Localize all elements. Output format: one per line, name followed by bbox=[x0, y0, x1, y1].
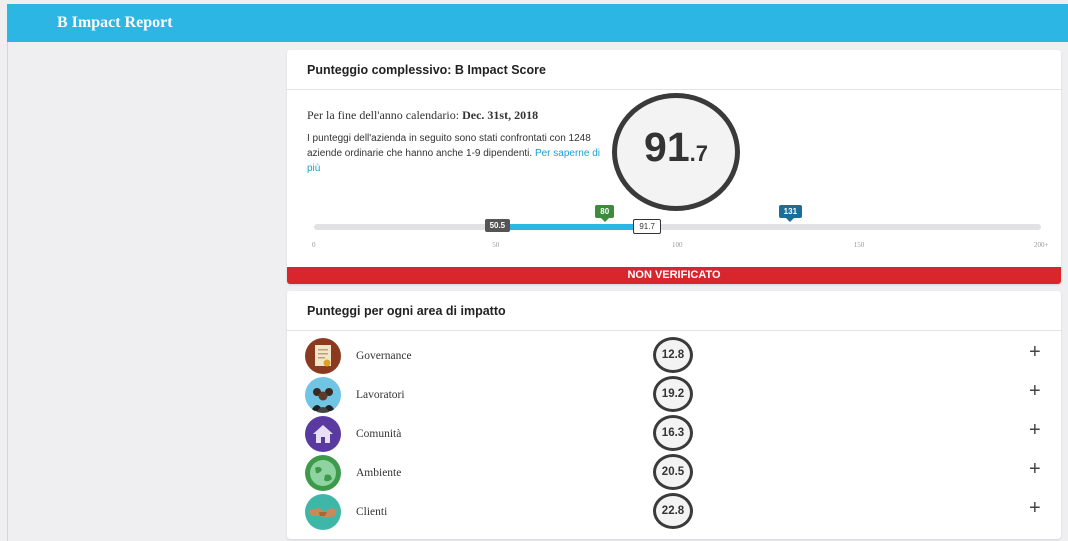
area-row-governance[interactable]: Governance 12.8 + bbox=[287, 337, 1061, 375]
scale-tick: 50 bbox=[492, 241, 500, 249]
overall-card-title: Punteggio complessivo: B Impact Score bbox=[307, 63, 546, 77]
top-marker-pointer bbox=[786, 218, 795, 222]
overall-score-circle: 91.7 bbox=[612, 93, 740, 211]
company-score-label: 91.7 bbox=[639, 222, 655, 231]
reporting-period: Per la fine dell'anno calendario: Dec. 3… bbox=[307, 108, 538, 123]
sidebar-divider bbox=[7, 42, 8, 541]
scale-tick: 100 bbox=[672, 241, 683, 249]
area-name: Governance bbox=[356, 350, 412, 362]
scale-tick: 200+ bbox=[1034, 241, 1049, 249]
impact-areas-card: Punteggi per ogni area di impatto Govern… bbox=[287, 291, 1061, 539]
top-header-bar: B Impact Report bbox=[7, 4, 1068, 42]
period-label: Per la fine dell'anno calendario: bbox=[307, 108, 460, 122]
overall-card-header: Punteggio complessivo: B Impact Score bbox=[287, 50, 1061, 90]
expand-icon[interactable]: + bbox=[1029, 497, 1041, 520]
areas-card-title: Punteggi per ogni area di impatto bbox=[307, 304, 506, 318]
qualifying-score-marker: 80 bbox=[595, 205, 615, 222]
community-house-icon bbox=[305, 416, 341, 452]
comparison-description: I punteggi dell'azienda in seguito sono … bbox=[307, 131, 607, 176]
area-row-environment[interactable]: Ambiente 20.5 + bbox=[287, 454, 1061, 492]
score-scale-fill bbox=[497, 224, 648, 230]
expand-icon[interactable]: + bbox=[1029, 380, 1041, 403]
qualifying-marker-pointer bbox=[600, 218, 609, 222]
area-score: 12.8 bbox=[653, 337, 693, 373]
area-score: 20.5 bbox=[653, 454, 693, 490]
period-value: Dec. 31st, 2018 bbox=[462, 108, 539, 122]
expand-icon[interactable]: + bbox=[1029, 458, 1041, 481]
scale-tick: 0 bbox=[312, 241, 316, 249]
overall-score-card: Punteggio complessivo: B Impact Score Pe… bbox=[287, 50, 1061, 284]
workers-group-icon bbox=[305, 377, 341, 413]
score-decimal: .7 bbox=[689, 141, 708, 166]
handshake-icon bbox=[305, 494, 341, 530]
score-integer: 91 bbox=[644, 124, 690, 170]
area-score: 22.8 bbox=[653, 493, 693, 529]
area-score: 16.3 bbox=[653, 415, 693, 451]
area-row-customers[interactable]: Clienti 22.8 + bbox=[287, 493, 1061, 531]
median-score-marker: 50.5 bbox=[484, 219, 511, 232]
document-certificate-icon bbox=[305, 338, 341, 374]
verification-status-banner: NON VERIFICATO bbox=[287, 267, 1061, 284]
area-row-workers[interactable]: Lavoratori 19.2 + bbox=[287, 376, 1061, 414]
area-row-community[interactable]: Comunità 16.3 + bbox=[287, 415, 1061, 453]
area-name: Ambiente bbox=[356, 467, 402, 479]
score-scale-bar bbox=[314, 224, 1041, 230]
scale-tick: 150 bbox=[853, 241, 865, 249]
expand-icon[interactable]: + bbox=[1029, 419, 1041, 442]
area-score: 19.2 bbox=[653, 376, 693, 412]
area-name: Clienti bbox=[356, 506, 388, 518]
expand-icon[interactable]: + bbox=[1029, 341, 1041, 364]
top-score-marker: 131 bbox=[778, 205, 803, 222]
area-name: Comunità bbox=[356, 428, 402, 440]
globe-icon bbox=[305, 455, 341, 491]
areas-card-header: Punteggi per ogni area di impatto bbox=[287, 291, 1061, 331]
area-name: Lavoratori bbox=[356, 389, 405, 401]
top-score-label: 131 bbox=[783, 207, 798, 216]
qualifying-score-label: 80 bbox=[600, 207, 610, 216]
company-score-marker: 91.7 bbox=[633, 219, 661, 234]
overall-score-value: 91.7 bbox=[617, 124, 735, 171]
median-score-label: 50.5 bbox=[489, 221, 506, 230]
app-title[interactable]: B Impact Report bbox=[57, 14, 173, 32]
